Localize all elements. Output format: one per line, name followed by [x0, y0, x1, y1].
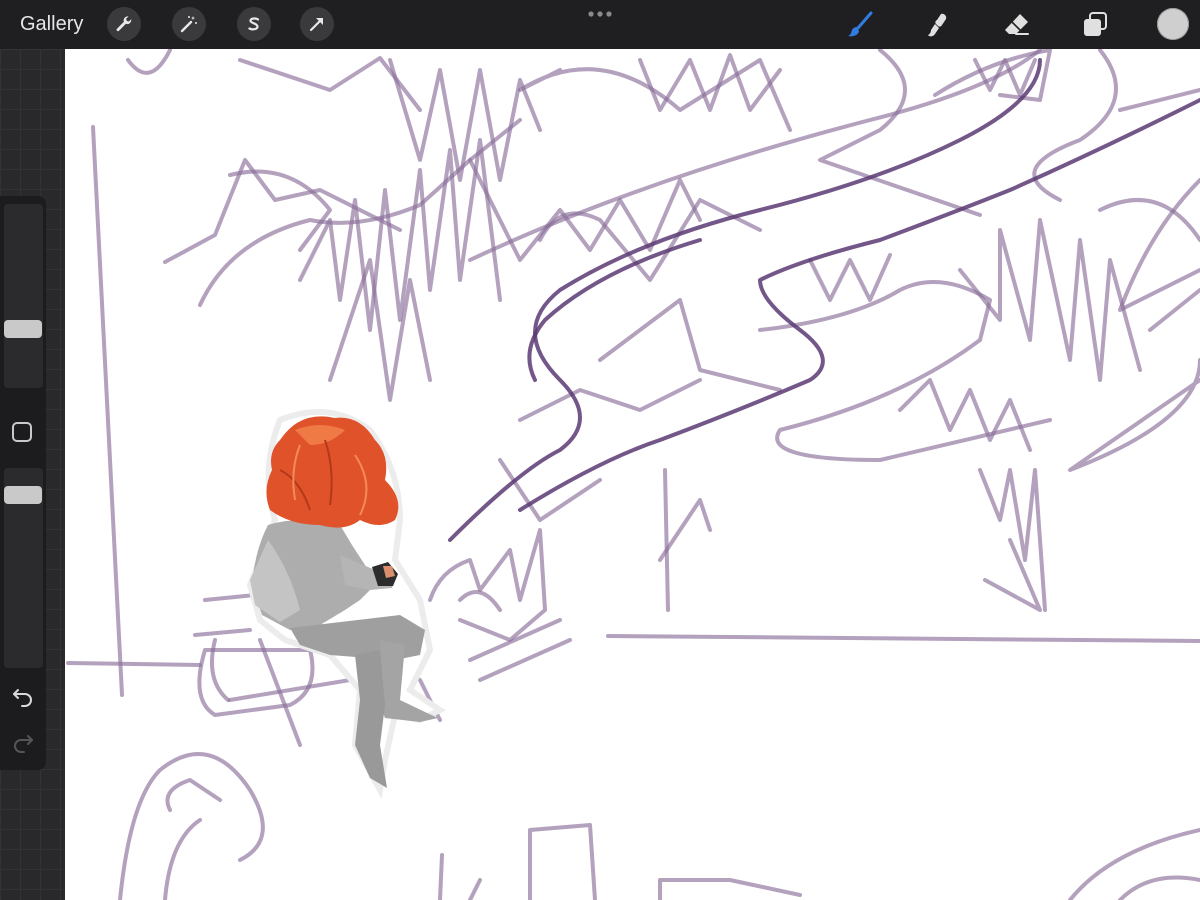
brush-tool-button[interactable]	[842, 7, 878, 43]
brush-size-slider[interactable]	[4, 204, 43, 388]
undo-icon[interactable]	[10, 684, 36, 708]
layers-icon	[1084, 12, 1107, 36]
modify-button[interactable]	[12, 422, 32, 442]
brush-sidebar	[0, 196, 46, 770]
procreate-app: Gallery	[0, 0, 1200, 900]
layers-button[interactable]	[1077, 7, 1113, 43]
eraser-tool-button[interactable]	[999, 7, 1035, 43]
drawing-canvas[interactable]	[65, 49, 1200, 900]
top-toolbar: Gallery	[0, 0, 1200, 49]
wrench-icon	[116, 16, 132, 32]
smudge-tool-button[interactable]	[920, 7, 956, 43]
selection-button[interactable]	[237, 7, 271, 41]
color-picker-button[interactable]	[1157, 8, 1189, 40]
opacity-slider-thumb[interactable]	[4, 486, 42, 505]
smudge-icon	[928, 13, 947, 37]
transform-button[interactable]	[300, 7, 334, 41]
eraser-icon	[1005, 14, 1029, 35]
gallery-button[interactable]: Gallery	[20, 12, 83, 36]
knight-character	[246, 409, 446, 799]
brush-icon	[848, 11, 873, 37]
sketch-strokes	[66, 49, 1200, 900]
brush-size-slider-thumb[interactable]	[4, 320, 42, 339]
actions-button[interactable]	[107, 7, 141, 41]
ellipsis-icon[interactable]	[586, 9, 614, 19]
magic-wand-icon	[180, 16, 197, 33]
redo-icon[interactable]	[10, 730, 36, 754]
arrow-cursor-icon	[309, 17, 324, 32]
adjustments-button[interactable]	[172, 7, 206, 41]
selection-s-icon	[248, 17, 260, 31]
